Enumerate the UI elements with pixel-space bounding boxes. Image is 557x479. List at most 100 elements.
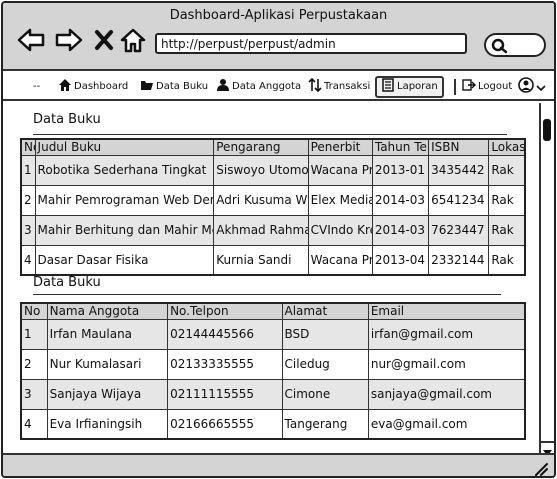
table-cell: Elex Media bbox=[307, 184, 373, 216]
table-cell: Rak bbox=[488, 184, 526, 216]
title-bar: Dashboard-Aplikasi Perpustakaan http://p… bbox=[3, 3, 554, 71]
table-cell: 2014-03 bbox=[371, 214, 430, 246]
table-cell: Mahir Pemrograman Web Den bbox=[34, 184, 215, 216]
table-cell: 02144445566 bbox=[167, 318, 283, 350]
column-header: No bbox=[20, 302, 48, 320]
table-cell: Siswoyo Utomo bbox=[213, 154, 309, 186]
user-avatar-icon bbox=[518, 77, 534, 93]
column-header: Lokasi bbox=[488, 138, 526, 156]
table-cell: nur@gmail.com bbox=[367, 348, 526, 380]
books-title-rule bbox=[33, 134, 507, 135]
table-cell: Akhmad Rahmat bbox=[213, 214, 309, 246]
table-cell: Wacana Prima bbox=[307, 244, 373, 276]
logout-icon bbox=[462, 79, 476, 91]
members-table: No Nama Anggota No.Telpon Alamat Email 1 Irfa… bbox=[20, 302, 526, 440]
close-icon[interactable] bbox=[93, 27, 115, 53]
address-bar[interactable]: http://perpust/perpust/admin bbox=[155, 33, 467, 54]
table-row[interactable]: 1 Robotika Sederhana Tingkat Siswoyo Utomo… bbox=[20, 154, 526, 186]
folder-icon bbox=[141, 81, 153, 90]
table-row[interactable]: 2 Mahir Pemrograman Web Den Adri Kusuma WE… bbox=[20, 184, 526, 216]
table-cell: 4 bbox=[20, 408, 48, 440]
menu-item-logout[interactable]: Logout bbox=[462, 77, 512, 97]
table-cell: Irfan Maulana bbox=[46, 318, 169, 350]
table-cell: Tangerang bbox=[281, 408, 369, 440]
table-cell: Wacana Prima bbox=[307, 154, 373, 186]
table-cell: 3435442 bbox=[428, 154, 490, 186]
table-cell: Rak bbox=[488, 244, 526, 276]
chevron-down-icon bbox=[536, 85, 546, 92]
table-cell: 2014-03 bbox=[371, 184, 430, 216]
forward-arrow-icon[interactable] bbox=[55, 27, 83, 53]
column-header: No.Telpon bbox=[167, 302, 283, 320]
table-cell: 2332144 bbox=[428, 244, 490, 276]
table-cell: 1 bbox=[20, 318, 48, 350]
table-cell: 02133335555 bbox=[167, 348, 283, 380]
account-menu[interactable] bbox=[518, 77, 548, 97]
search-field[interactable] bbox=[484, 33, 546, 57]
back-arrow-icon[interactable] bbox=[17, 27, 45, 53]
table-cell: Rak bbox=[488, 154, 526, 186]
members-title-rule bbox=[33, 294, 501, 295]
menu-item-laporan[interactable]: Laporan bbox=[375, 76, 444, 98]
table-cell: 2 bbox=[20, 348, 48, 380]
table-cell: 1 bbox=[20, 154, 36, 186]
status-bar bbox=[3, 453, 554, 476]
column-header: Email bbox=[367, 302, 526, 320]
table-row[interactable]: 4Dasar Dasar FisikaKurnia SandiWacana Pr… bbox=[20, 244, 526, 276]
table-cell: sanjaya@gmail.com bbox=[367, 378, 526, 410]
column-header: Tahun Terbit bbox=[371, 138, 430, 156]
table-cell: 3 bbox=[20, 378, 48, 410]
table-row[interactable]: 1 Irfan Maulana 02144445566 BSD irfan@gmail.… bbox=[20, 318, 526, 350]
column-header: Alamat bbox=[281, 302, 369, 320]
home-icon bbox=[59, 79, 71, 91]
table-cell: 7623447 bbox=[428, 214, 490, 246]
menu-item-data-buku[interactable]: Data Buku bbox=[140, 77, 208, 97]
table-cell: Cimone bbox=[281, 378, 369, 410]
table-cell: 4 bbox=[20, 244, 36, 276]
table-cell: 3 bbox=[20, 214, 36, 246]
column-header: No bbox=[20, 138, 36, 156]
search-icon bbox=[491, 38, 508, 54]
sort-icon bbox=[308, 78, 322, 92]
menu-item-data-anggota[interactable]: Data Anggota bbox=[216, 77, 301, 97]
table-cell: Sanjaya Wijaya bbox=[46, 378, 169, 410]
table-cell: 2 bbox=[20, 184, 36, 216]
vertical-scrollbar[interactable] bbox=[539, 103, 554, 456]
table-cell: BSD bbox=[281, 318, 369, 350]
table-cell: Kurnia Sandi bbox=[213, 244, 309, 276]
column-header: Nama Anggota bbox=[46, 302, 169, 320]
browser-window: Dashboard-Aplikasi Perpustakaan http://p… bbox=[1, 1, 556, 478]
table-cell: Rak bbox=[488, 214, 526, 246]
table-row[interactable]: 3 Sanjaya Wijaya 02111115555 Cimone sanjaya@… bbox=[20, 378, 526, 410]
table-cell: CVIndo Kreasi bbox=[307, 214, 373, 246]
table-cell: eva@gmail.com bbox=[367, 408, 526, 440]
table-cell: 6541234 bbox=[428, 184, 490, 216]
table-row[interactable]: 4 Eva Irfianingsih 02166665555 Tangerang eva… bbox=[20, 408, 526, 440]
table-cell: Ciledug bbox=[281, 348, 369, 380]
table-cell: irfan@gmail.com bbox=[367, 318, 526, 350]
table-cell: 2013-04 bbox=[371, 244, 430, 276]
home-icon[interactable] bbox=[119, 27, 147, 53]
table-cell: 02111115555 bbox=[167, 378, 283, 410]
report-icon bbox=[382, 78, 394, 92]
scroll-down-button[interactable] bbox=[541, 441, 554, 456]
window-title: Dashboard-Aplikasi Perpustakaan bbox=[169, 8, 388, 23]
menu-item-dashboard[interactable]: Dashboard bbox=[58, 77, 128, 97]
column-header: Penerbit bbox=[307, 138, 373, 156]
members-section-title: Data Buku bbox=[33, 275, 101, 290]
menu-item-dash[interactable]: -- bbox=[33, 77, 40, 97]
books-section-title: Data Buku bbox=[33, 112, 101, 127]
menu-bar: -- Dashboard Data Buku Data Anggota Tran… bbox=[3, 73, 554, 101]
menu-divider bbox=[454, 79, 456, 95]
scrollbar-thumb[interactable] bbox=[543, 119, 551, 141]
table-row[interactable]: 3 Mahir Berhitung dan Mahir Me Akhmad Rahm… bbox=[20, 214, 526, 246]
table-cell: 02166665555 bbox=[167, 408, 283, 440]
resize-grip-icon[interactable] bbox=[532, 462, 548, 476]
user-icon bbox=[217, 79, 229, 91]
menu-item-transaksi[interactable]: Transaksi bbox=[308, 77, 370, 97]
table-cell: Robotika Sederhana Tingkat bbox=[34, 154, 215, 186]
books-table: NoJudul BukuPengarangPenerbitTahun Terbi… bbox=[20, 138, 526, 276]
content-area: Data Buku NoJudul BukuPengarangPenerbitT… bbox=[3, 103, 537, 451]
column-header: Pengarang bbox=[213, 138, 309, 156]
table-row[interactable]: 2 Nur Kumalasari 02133335555 Ciledug nur@gma… bbox=[20, 348, 526, 380]
